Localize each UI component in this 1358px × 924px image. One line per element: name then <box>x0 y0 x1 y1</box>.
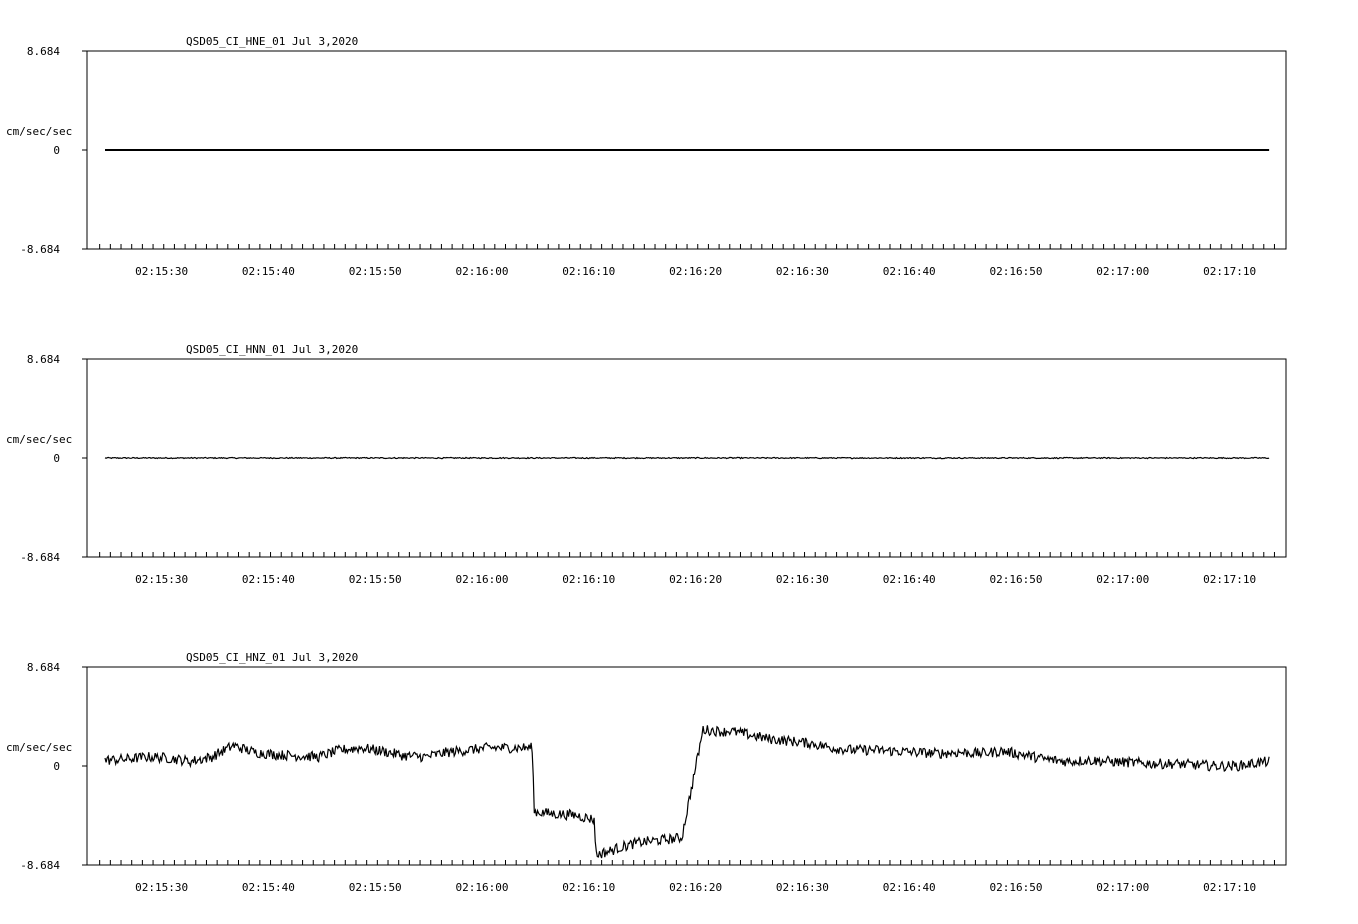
x-tick-label: 02:16:20 <box>669 265 722 278</box>
y-tick-label: 0 <box>53 144 60 157</box>
x-tick-label: 02:15:40 <box>242 881 295 894</box>
x-tick-label: 02:16:30 <box>776 265 829 278</box>
x-tick-label: 02:16:30 <box>776 573 829 586</box>
x-tick-label: 02:16:50 <box>990 881 1043 894</box>
x-tick-label: 02:16:00 <box>456 265 509 278</box>
x-tick-label: 02:17:00 <box>1096 573 1149 586</box>
x-tick-label: 02:16:00 <box>456 573 509 586</box>
y-tick-label: -8.684 <box>20 551 60 564</box>
x-tick-label: 02:17:10 <box>1203 881 1256 894</box>
x-tick-label: 02:15:50 <box>349 265 402 278</box>
x-tick-label: 02:16:40 <box>883 265 936 278</box>
trace-line <box>104 456 1270 460</box>
x-tick-label: 02:15:30 <box>135 881 188 894</box>
chart-panel-3: QSD05_CI_HNZ_01 Jul 3,2020 8.684 0 -8.684 cm… <box>6 651 1287 894</box>
y-tick-label: 8.684 <box>27 661 60 674</box>
x-tick-label: 02:16:30 <box>776 881 829 894</box>
x-tick-label: 02:17:10 <box>1203 265 1256 278</box>
x-tick-label: 02:15:30 <box>135 265 188 278</box>
y-axis-label: cm/sec/sec <box>6 125 72 138</box>
x-tick-label: 02:17:10 <box>1203 573 1256 586</box>
x-tick-label: 02:16:20 <box>669 881 722 894</box>
plot-frame <box>86 666 1287 866</box>
y-axis-label: cm/sec/sec <box>6 433 72 446</box>
y-tick-label: 0 <box>53 452 60 465</box>
seismogram-canvas: QSD05_CI_HNE_01 Jul 3,2020 8.684 0 -8.684 cm… <box>6 35 1287 894</box>
y-tick-label: -8.684 <box>20 243 60 256</box>
x-tick-label: 02:16:00 <box>456 881 509 894</box>
y-tick-label: 8.684 <box>27 353 60 366</box>
x-tick-label: 02:16:10 <box>562 265 615 278</box>
x-tick-label: 02:17:00 <box>1096 881 1149 894</box>
y-tick-label: 8.684 <box>27 45 60 58</box>
chart-panel-2: QSD05_CI_HNN_01 Jul 3,2020 8.684 0 -8.684 cm… <box>6 343 1287 586</box>
x-tick-label: 02:15:50 <box>349 881 402 894</box>
trace-line <box>104 725 1270 859</box>
chart-title: QSD05_CI_HNE_01 Jul 3,2020 <box>186 35 358 48</box>
x-tick-label: 02:15:40 <box>242 265 295 278</box>
x-tick-label: 02:15:50 <box>349 573 402 586</box>
x-tick-label: 02:15:40 <box>242 573 295 586</box>
x-tick-label: 02:16:10 <box>562 881 615 894</box>
x-tick-label: 02:16:50 <box>990 573 1043 586</box>
x-tick-label: 02:16:40 <box>883 573 936 586</box>
y-tick-label: 0 <box>53 760 60 773</box>
x-tick-label: 02:16:10 <box>562 573 615 586</box>
chart-title: QSD05_CI_HNN_01 Jul 3,2020 <box>186 343 358 356</box>
chart-title: QSD05_CI_HNZ_01 Jul 3,2020 <box>186 651 358 664</box>
x-tick-label: 02:17:00 <box>1096 265 1149 278</box>
chart-panel-1: QSD05_CI_HNE_01 Jul 3,2020 8.684 0 -8.684 cm… <box>6 35 1287 278</box>
x-tick-label: 02:16:20 <box>669 573 722 586</box>
y-tick-label: -8.684 <box>20 859 60 872</box>
y-axis-label: cm/sec/sec <box>6 741 72 754</box>
x-tick-label: 02:16:50 <box>990 265 1043 278</box>
x-tick-label: 02:15:30 <box>135 573 188 586</box>
x-tick-label: 02:16:40 <box>883 881 936 894</box>
